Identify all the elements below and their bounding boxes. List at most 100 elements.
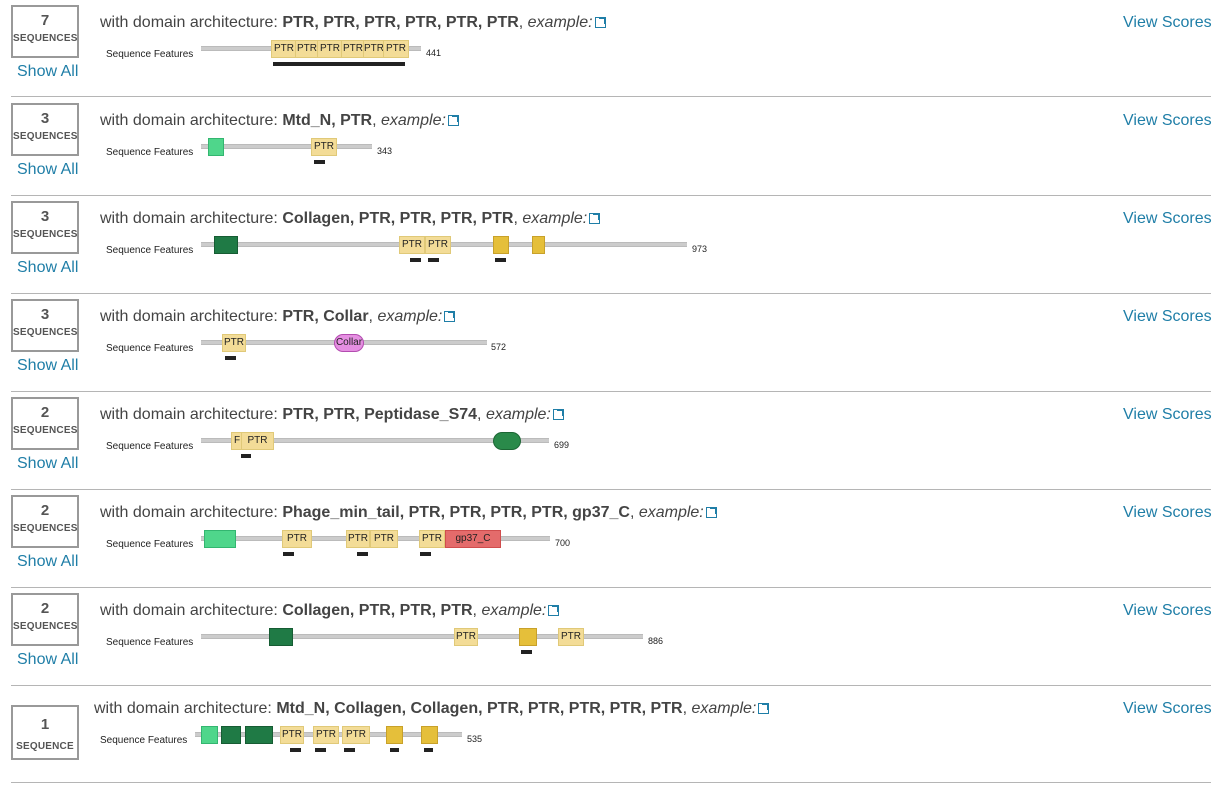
domain-ptr[interactable]: PTR xyxy=(317,40,343,58)
domain-ptr[interactable]: PTR xyxy=(383,40,409,58)
external-link-icon[interactable] xyxy=(447,115,459,126)
example-link[interactable]: example: xyxy=(639,504,704,521)
show-all-link[interactable]: Show All xyxy=(17,357,78,375)
view-scores-link[interactable]: View Scores xyxy=(1123,210,1212,228)
sequence-count-box: 3 SEQUENCES xyxy=(11,299,79,352)
external-link-icon[interactable] xyxy=(552,409,564,420)
domain-ptr[interactable]: PTR xyxy=(241,432,274,450)
domain-ptr[interactable] xyxy=(493,236,509,254)
sequence-count-box: 3 SEQUENCES xyxy=(11,103,79,156)
domain-ptr[interactable]: PTR xyxy=(341,40,365,58)
sequence-track: PTR Collar xyxy=(201,334,487,360)
domain-ptr[interactable]: PTR xyxy=(363,40,385,58)
architecture-row: 7 SEQUENCES Show All with domain archite… xyxy=(0,0,1222,97)
sequence-unit: SEQUENCE xyxy=(16,741,74,752)
architecture-row: 2 SEQUENCES Show All with domain archite… xyxy=(0,490,1222,588)
domain-collagen[interactable] xyxy=(214,236,238,254)
domain-ptr[interactable]: PTR xyxy=(346,530,370,548)
example-link[interactable]: example: xyxy=(381,112,446,129)
show-all-link[interactable]: Show All xyxy=(17,553,78,571)
show-all-link[interactable]: Show All xyxy=(17,455,78,473)
region-bar xyxy=(241,454,251,458)
external-link-icon[interactable] xyxy=(548,605,560,616)
sequence-unit: SEQUENCES xyxy=(13,621,78,632)
sequence-count: 3 xyxy=(40,306,50,323)
arch-prefix: with domain architecture: xyxy=(100,602,283,619)
view-scores-link[interactable]: View Scores xyxy=(1123,14,1212,32)
sequence-features-label: Sequence Features xyxy=(100,735,188,746)
architecture-text: with domain architecture: Phage_min_tail… xyxy=(100,504,717,522)
show-all-link[interactable]: Show All xyxy=(17,259,78,277)
example-link[interactable]: example: xyxy=(528,14,593,31)
arch-domains: Collagen, PTR, PTR, PTR xyxy=(282,602,473,619)
view-scores-link[interactable]: View Scores xyxy=(1123,700,1212,718)
arch-prefix: with domain architecture: xyxy=(100,406,283,423)
domain-ptr[interactable]: PTR xyxy=(558,628,584,646)
domain-ptr[interactable]: PTR xyxy=(419,530,445,548)
example-link[interactable]: example: xyxy=(481,602,546,619)
domain-ptr[interactable]: PTR xyxy=(399,236,425,254)
external-link-icon[interactable] xyxy=(758,703,770,714)
architecture-text: with domain architecture: PTR, PTR, PTR,… xyxy=(100,14,606,32)
domain-mtd-n[interactable] xyxy=(201,726,218,744)
show-all-link[interactable]: Show All xyxy=(17,63,78,81)
sequence-track: PTR PTR xyxy=(201,628,643,654)
show-all-link[interactable]: Show All xyxy=(17,161,78,179)
region-bar xyxy=(315,748,326,752)
region-bar xyxy=(283,552,294,556)
domain-ptr[interactable]: PTR xyxy=(222,334,246,352)
view-scores-link[interactable]: View Scores xyxy=(1123,406,1212,424)
external-link-icon[interactable] xyxy=(589,213,601,224)
view-scores-link[interactable]: View Scores xyxy=(1123,112,1212,130)
row-separator xyxy=(11,96,1211,97)
domain-collagen[interactable] xyxy=(221,726,241,744)
sequence-length: 343 xyxy=(377,146,393,156)
domain-collagen[interactable] xyxy=(245,726,273,744)
sequence-length: 699 xyxy=(554,440,570,450)
arch-domains: Collagen, PTR, PTR, PTR, PTR xyxy=(282,210,514,227)
domain-ptr[interactable]: PTR xyxy=(282,530,312,548)
domain-ptr[interactable]: PTR xyxy=(280,726,304,744)
arch-domains: Phage_min_tail, PTR, PTR, PTR, PTR, gp37… xyxy=(282,504,630,521)
sequence-features-label: Sequence Features xyxy=(106,637,194,648)
domain-peptidase-s74[interactable] xyxy=(493,432,521,450)
domain-ptr[interactable]: PTR xyxy=(295,40,319,58)
domain-ptr[interactable]: PTR xyxy=(311,138,337,156)
example-link[interactable]: example: xyxy=(691,700,756,717)
domain-collar[interactable]: Collar xyxy=(334,334,364,352)
view-scores-link[interactable]: View Scores xyxy=(1123,504,1212,522)
external-link-icon[interactable] xyxy=(444,311,456,322)
sequence-unit: SEQUENCES xyxy=(13,33,78,44)
domain-ptr[interactable] xyxy=(519,628,537,646)
domain-mtd-n[interactable] xyxy=(208,138,224,156)
sequence-unit: SEQUENCES xyxy=(13,131,78,142)
domain-gp37-c[interactable]: gp37_C xyxy=(445,530,501,548)
view-scores-link[interactable]: View Scores xyxy=(1123,602,1212,620)
example-link[interactable]: example: xyxy=(377,308,442,325)
domain-phage-min-tail[interactable] xyxy=(204,530,236,548)
arch-domains: PTR, PTR, Peptidase_S74 xyxy=(282,406,478,423)
sequence-count-box: 2 SEQUENCES xyxy=(11,397,79,450)
view-scores-link[interactable]: View Scores xyxy=(1123,308,1212,326)
domain-ptr[interactable]: PTR xyxy=(370,530,398,548)
domain-ptr[interactable]: PTR xyxy=(271,40,297,58)
domain-ptr[interactable]: PTR xyxy=(342,726,370,744)
example-link[interactable]: example: xyxy=(486,406,551,423)
sequence-features-label: Sequence Features xyxy=(106,49,194,60)
domain-ptr[interactable]: PTR xyxy=(425,236,451,254)
domain-ptr[interactable]: PTR xyxy=(313,726,339,744)
domain-ptr[interactable] xyxy=(386,726,403,744)
region-bar xyxy=(344,748,355,752)
sequence-track: PTR PTR PTR PTR PTR PTR xyxy=(201,40,421,66)
region-bar xyxy=(428,258,439,262)
region-bar xyxy=(424,748,433,752)
domain-ptr[interactable] xyxy=(532,236,545,254)
domain-ptr[interactable] xyxy=(421,726,438,744)
show-all-link[interactable]: Show All xyxy=(17,651,78,669)
example-link[interactable]: example: xyxy=(522,210,587,227)
external-link-icon[interactable] xyxy=(705,507,717,518)
domain-ptr[interactable]: PTR xyxy=(454,628,478,646)
domain-collagen[interactable] xyxy=(269,628,293,646)
sequence-track: PTR xyxy=(201,138,372,164)
external-link-icon[interactable] xyxy=(594,17,606,28)
